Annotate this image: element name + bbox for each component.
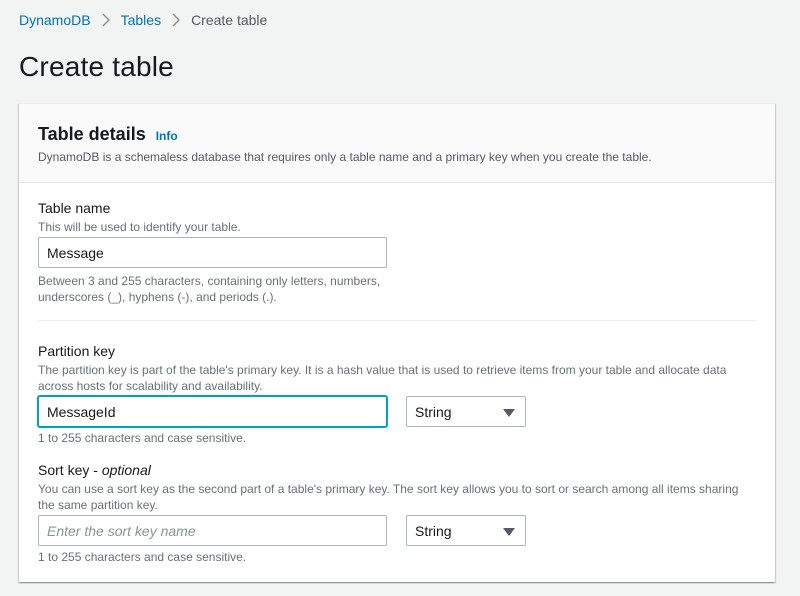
breadcrumb-tables-link[interactable]: Tables bbox=[121, 12, 161, 28]
table-name-field: Table name This will be used to identify… bbox=[38, 200, 241, 235]
breadcrumb-dynamodb-link[interactable]: DynamoDB bbox=[19, 12, 91, 28]
sort-key-label-text: Sort key bbox=[38, 462, 90, 478]
table-name-input[interactable] bbox=[38, 237, 387, 268]
sort-key-constraint: 1 to 255 characters and case sensitive. bbox=[38, 550, 247, 564]
partition-key-constraint: 1 to 255 characters and case sensitive. bbox=[38, 431, 247, 445]
table-name-constraint-line1: Between 3 and 255 characters, containing… bbox=[38, 274, 381, 288]
breadcrumb: DynamoDB Tables Create table bbox=[19, 12, 267, 28]
chevron-right-icon bbox=[91, 13, 121, 27]
sort-key-type-value: String bbox=[415, 522, 452, 539]
caret-down-icon bbox=[503, 404, 515, 420]
sort-key-field: Sort key - optional You can use a sort k… bbox=[38, 462, 756, 513]
sort-key-description: You can use a sort key as the second par… bbox=[38, 482, 739, 512]
sort-key-constraint-wrap: 1 to 255 characters and case sensitive. bbox=[38, 549, 246, 565]
partition-key-input[interactable] bbox=[38, 396, 387, 427]
caret-down-icon bbox=[503, 523, 515, 539]
table-name-label: Table name bbox=[38, 200, 111, 216]
sort-key-optional-label: optional bbox=[101, 462, 151, 478]
info-link[interactable]: Info bbox=[156, 129, 178, 143]
panel-header: Table details Info DynamoDB is a schemal… bbox=[19, 104, 775, 183]
partition-key-type-select[interactable]: String bbox=[406, 396, 526, 427]
chevron-right-icon bbox=[161, 13, 191, 27]
sort-key-input[interactable] bbox=[38, 515, 387, 546]
table-name-constraint: Between 3 and 255 characters, containing… bbox=[38, 273, 380, 305]
panel-title: Table details bbox=[38, 124, 146, 144]
panel-description: DynamoDB is a schemaless database that r… bbox=[38, 150, 652, 164]
table-name-description: This will be used to identify your table… bbox=[38, 220, 241, 234]
partition-key-type-value: String bbox=[415, 403, 452, 420]
partition-key-label: Partition key bbox=[38, 343, 116, 359]
section-divider bbox=[38, 320, 756, 321]
sort-key-label: Sort key - optional bbox=[38, 462, 151, 478]
table-details-panel: Table details Info DynamoDB is a schemal… bbox=[19, 103, 775, 582]
breadcrumb-current: Create table bbox=[191, 12, 268, 28]
table-name-constraint-line2: underscores (_), hyphens (-), and period… bbox=[38, 290, 277, 304]
partition-key-field: Partition key The partition key is part … bbox=[38, 343, 756, 394]
partition-key-description: The partition key is part of the table's… bbox=[38, 363, 727, 393]
page-title: Create table bbox=[19, 51, 174, 82]
partition-key-constraint-wrap: 1 to 255 characters and case sensitive. bbox=[38, 430, 246, 446]
sort-key-type-select[interactable]: String bbox=[406, 515, 526, 546]
